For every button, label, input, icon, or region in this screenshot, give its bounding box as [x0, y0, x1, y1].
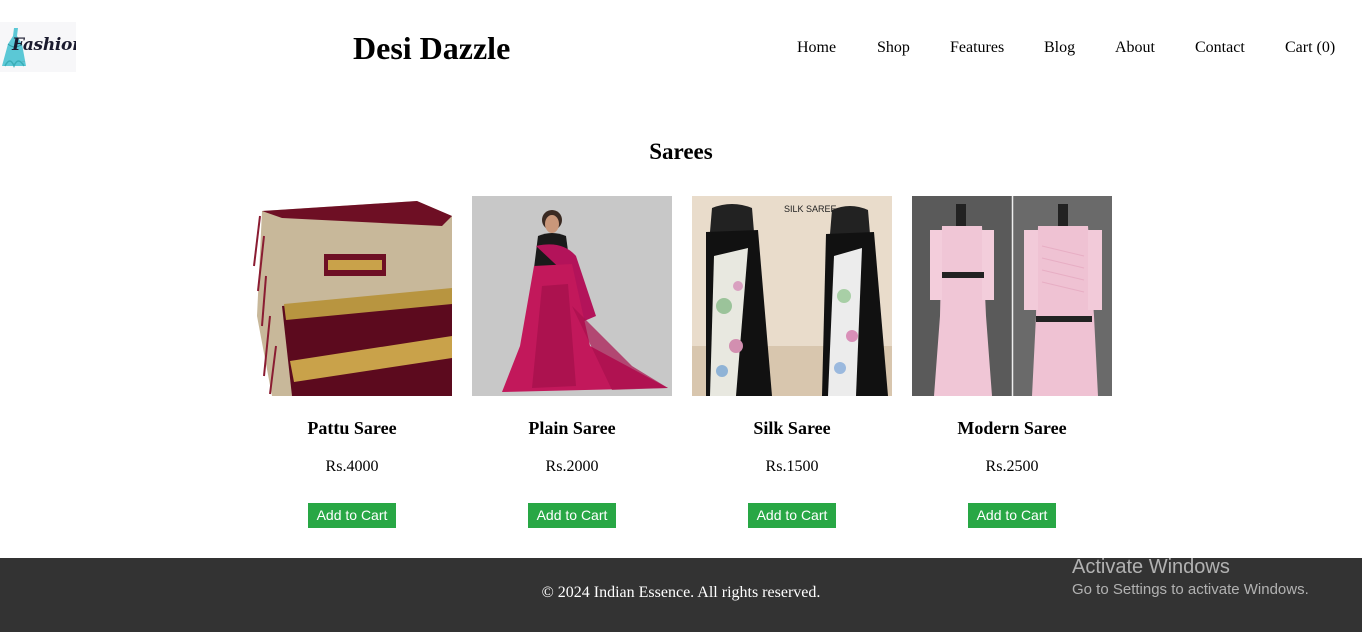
- product-image[interactable]: SILK SAREE: [692, 196, 892, 396]
- product-image[interactable]: [912, 196, 1112, 396]
- product-image[interactable]: [472, 196, 672, 396]
- product-price: Rs.4000: [325, 458, 379, 475]
- nav-contact[interactable]: Contact: [1195, 39, 1245, 57]
- section-title: Sarees: [649, 139, 713, 164]
- product-price: Rs.1500: [765, 458, 819, 475]
- product-name: Pattu Saree: [307, 418, 397, 438]
- product-name: Modern Saree: [957, 418, 1067, 438]
- main-nav: Home Shop Features Blog About Contact Ca…: [0, 39, 1362, 61]
- add-to-cart-button[interactable]: Add to Cart: [308, 503, 396, 528]
- nav-blog[interactable]: Blog: [1044, 39, 1075, 57]
- nav-about[interactable]: About: [1115, 39, 1155, 57]
- nav-shop[interactable]: Shop: [877, 39, 910, 57]
- product-price: Rs.2500: [985, 458, 1039, 475]
- product-name: Silk Saree: [753, 418, 831, 438]
- watermark-subtitle: Go to Settings to activate Windows.: [1072, 581, 1309, 598]
- watermark-title: Activate Windows: [1072, 556, 1230, 578]
- site-header: Fashion ... Desi Dazzle Home Shop Featur…: [0, 0, 1362, 100]
- product-grid: Pattu Saree Rs.4000 Add to Cart Plain Sa…: [252, 196, 1112, 536]
- product-card: Modern Saree Rs.2500 Add to Cart: [912, 196, 1112, 536]
- product-image[interactable]: [252, 196, 452, 396]
- nav-features[interactable]: Features: [950, 39, 1004, 57]
- nav-home[interactable]: Home: [797, 39, 836, 57]
- add-to-cart-button[interactable]: Add to Cart: [968, 503, 1056, 528]
- page: Fashion ... Desi Dazzle Home Shop Featur…: [0, 0, 1362, 632]
- product-name: Plain Saree: [528, 418, 616, 438]
- product-price: Rs.2000: [545, 458, 599, 475]
- product-card: Plain Saree Rs.2000 Add to Cart: [472, 196, 672, 536]
- add-to-cart-button[interactable]: Add to Cart: [748, 503, 836, 528]
- product-card: Pattu Saree Rs.4000 Add to Cart: [252, 196, 452, 536]
- activate-windows-watermark: Activate Windows Go to Settings to activ…: [1072, 556, 1309, 598]
- silk-saree-caption: SILK SAREE: [784, 204, 837, 214]
- nav-cart[interactable]: Cart (0): [1285, 39, 1335, 57]
- add-to-cart-button[interactable]: Add to Cart: [528, 503, 616, 528]
- product-card: SILK SAREE Silk Saree Rs.1500 Add to Car…: [692, 196, 892, 536]
